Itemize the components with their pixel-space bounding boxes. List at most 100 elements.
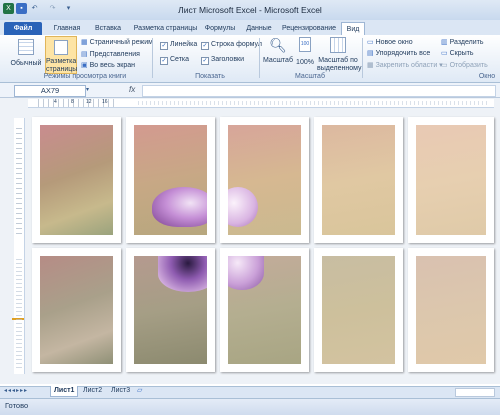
- ruler-mark: 16: [102, 99, 108, 105]
- page[interactable]: [32, 117, 121, 243]
- new-window-label: Новое окно: [375, 39, 413, 46]
- page-layout-icon: [54, 40, 68, 55]
- tab-formulas[interactable]: Формулы: [201, 22, 239, 35]
- freeze-panes-button[interactable]: ▦ Закрепить области ▾: [367, 61, 443, 69]
- ribbon-divider: [152, 38, 153, 78]
- grid-label: Сетка: [170, 56, 190, 63]
- page-layout-button[interactable]: Разметка страницы: [45, 36, 77, 74]
- insert-sheet-icon[interactable]: ▱: [137, 386, 142, 396]
- name-box[interactable]: AX79: [14, 85, 86, 97]
- zoom-selection-label-2: выделенному: [317, 65, 362, 72]
- zoom-100-label: 100%: [296, 59, 314, 66]
- ruler-checkbox[interactable]: ✓: [160, 42, 168, 50]
- tab-home[interactable]: Главная: [47, 22, 87, 35]
- page-image: [40, 125, 113, 235]
- page[interactable]: [314, 117, 403, 243]
- zoom-100-icon: 100: [299, 37, 311, 52]
- window-title: Лист Microsoft Excel - Microsoft Excel: [178, 5, 322, 15]
- tab-data[interactable]: Данные: [241, 22, 277, 35]
- zoom-selection-icon: [330, 37, 346, 53]
- show-group-label: Показать: [195, 73, 225, 80]
- custom-views-label: Представления: [89, 51, 140, 58]
- page-break-button[interactable]: ▦ Страничный режим: [81, 38, 153, 46]
- page-image: [322, 125, 395, 235]
- zoom-selection-label-1: Масштаб по: [318, 57, 358, 64]
- ruler-mark: 4: [54, 99, 57, 105]
- grid-checkbox[interactable]: ✓: [160, 57, 168, 65]
- hide-button[interactable]: ▭ Скрыть: [441, 49, 473, 57]
- tab-review[interactable]: Рецензирование: [279, 22, 339, 35]
- hide-icon: ▭: [441, 50, 448, 57]
- sheet-tab-1[interactable]: Лист1: [50, 386, 79, 397]
- ruler-mark: 12: [86, 99, 92, 105]
- page-image: [134, 256, 207, 364]
- ribbon-tabs: Файл Главная Вставка Разметка страницы Ф…: [0, 20, 500, 36]
- page[interactable]: [220, 117, 309, 243]
- new-window-button[interactable]: ▭ Новое окно: [367, 38, 413, 46]
- custom-views-button[interactable]: ▤ Представления: [81, 50, 140, 58]
- page-image: [322, 256, 395, 364]
- page-image: [228, 256, 301, 364]
- tab-page-layout[interactable]: Разметка страницы: [128, 22, 203, 35]
- name-box-dropdown-icon[interactable]: ▾: [86, 86, 89, 93]
- page[interactable]: [126, 248, 215, 372]
- page-layout-label-1: Разметка: [46, 58, 77, 65]
- normal-view-button[interactable]: Обычный: [10, 39, 42, 68]
- fullscreen-button[interactable]: ▣ Во весь экран: [81, 61, 135, 69]
- zoom-group-label: Масштаб: [295, 73, 325, 80]
- unhide-button[interactable]: ▭ Отобразить: [441, 61, 488, 69]
- page[interactable]: [220, 248, 309, 372]
- ruler-ticks: [16, 258, 22, 368]
- page[interactable]: [408, 248, 494, 372]
- page-image: [416, 256, 486, 364]
- ruler-label: Линейка: [170, 41, 198, 48]
- custom-views-icon: ▤: [81, 51, 88, 58]
- page-image: [228, 125, 301, 235]
- page-image: [134, 125, 207, 235]
- unhide-icon: ▭: [441, 62, 448, 69]
- new-window-icon: ▭: [367, 39, 374, 46]
- fullscreen-label: Во весь экран: [89, 62, 135, 69]
- hide-label: Скрыть: [449, 50, 474, 57]
- tab-insert[interactable]: Вставка: [88, 22, 128, 35]
- zoom-to-selection-button[interactable]: Масштаб по выделенному: [317, 37, 362, 73]
- page[interactable]: [126, 117, 215, 243]
- zoom-label: Масштаб: [263, 57, 293, 64]
- ruler-mark: 8: [71, 99, 74, 105]
- tab-view[interactable]: Вид: [341, 22, 365, 36]
- vertical-ruler: [12, 118, 25, 374]
- flower-petal: [228, 187, 258, 227]
- page[interactable]: [32, 248, 121, 372]
- sheet-tab-3[interactable]: Лист3: [108, 386, 133, 396]
- ruler-ticks: [16, 124, 22, 234]
- sheet-nav-arrows-icon[interactable]: ◂◂◂▸▸▸: [4, 386, 28, 396]
- page-break-label: Страничный режим: [89, 39, 153, 46]
- title-bar: X ▪ ↶ ↷ ▾ Лист Microsoft Excel - Microso…: [0, 0, 500, 20]
- headings-checkbox[interactable]: ✓: [201, 57, 209, 65]
- ribbon-divider: [259, 38, 260, 78]
- window-group-label: Окно: [478, 73, 496, 80]
- function-icon[interactable]: fx: [129, 85, 135, 94]
- page-image: [40, 256, 113, 364]
- horizontal-scrollbar[interactable]: [455, 388, 495, 397]
- status-text: Готово: [5, 401, 29, 410]
- ribbon-divider: [362, 38, 363, 78]
- page[interactable]: [314, 248, 403, 372]
- split-button[interactable]: ▥ Разделить: [441, 38, 483, 46]
- formula-bar-checkbox[interactable]: ✓: [201, 42, 209, 50]
- freeze-panes-icon: ▦: [367, 62, 374, 69]
- ruler-ticks: [138, 101, 488, 105]
- page[interactable]: [408, 117, 494, 243]
- sheet-tab-2[interactable]: Лист2: [80, 386, 105, 396]
- headings-label: Заголовки: [211, 56, 245, 63]
- zoom-100-button[interactable]: 100 100%: [295, 37, 315, 67]
- tab-file[interactable]: Файл: [4, 22, 42, 35]
- arrange-all-button[interactable]: ▤ Упорядочить все: [367, 49, 430, 57]
- fullscreen-icon: ▣: [81, 62, 88, 69]
- zoom-button[interactable]: 🔍︎ Масштаб: [263, 37, 293, 65]
- split-label: Разделить: [449, 39, 484, 46]
- formula-input[interactable]: [142, 85, 496, 97]
- split-icon: ▥: [441, 39, 448, 46]
- ribbon: Обычный Разметка страницы ▦ Страничный р…: [0, 35, 500, 83]
- arrange-all-icon: ▤: [367, 50, 374, 57]
